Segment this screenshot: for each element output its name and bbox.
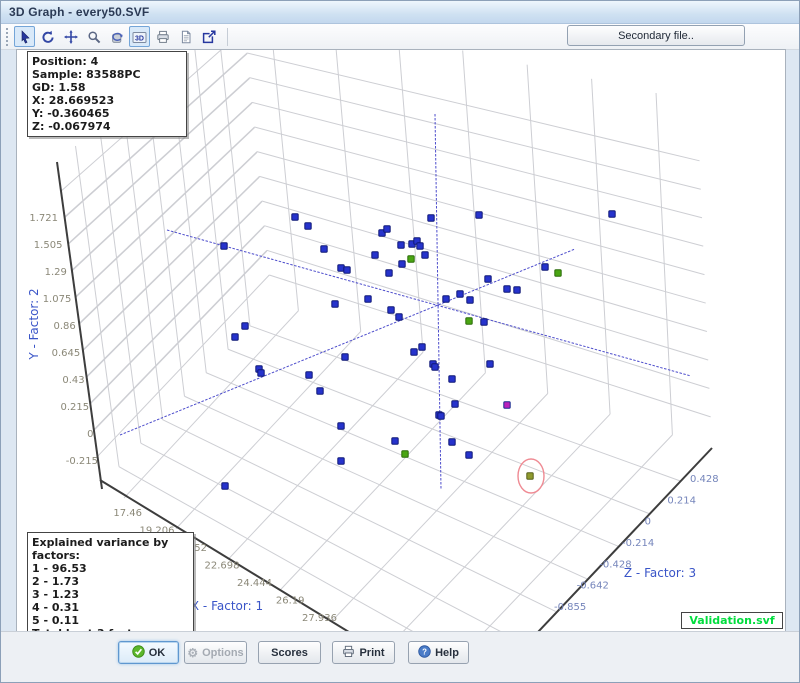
svg-text:26.19: 26.19 — [276, 596, 305, 607]
svg-text:-0.855: -0.855 — [554, 602, 586, 613]
scores-button[interactable]: Scores — [258, 641, 321, 664]
app-window: 3D Graph - every50.SVF 3D — [0, 0, 800, 683]
copy-tool-button[interactable] — [175, 26, 196, 47]
toolbar-grip — [6, 28, 12, 46]
variance-line: 1 - 96.53 — [32, 562, 187, 575]
options-button[interactable]: ⚙ Options — [184, 641, 247, 664]
magnifier-icon — [87, 30, 101, 44]
copy-page-icon — [179, 30, 193, 44]
info-line: X: 28.669523 — [32, 94, 180, 107]
svg-text:17.46: 17.46 — [113, 508, 142, 519]
sample-info-box: Position: 4 Sample: 83588PC GD: 1.58 X: … — [27, 51, 187, 137]
info-line: GD: 1.58 — [32, 81, 180, 94]
cursor-arrow-icon — [18, 30, 32, 44]
toolbar: 3D Secondary file.. — [1, 24, 799, 50]
svg-text:Z - Factor: 3: Z - Factor: 3 — [624, 566, 696, 580]
export-tool-button[interactable] — [198, 26, 219, 47]
export-icon — [202, 30, 216, 44]
svg-text:-0.642: -0.642 — [577, 581, 609, 592]
toolbar-separator — [227, 28, 228, 46]
3d-icon: 3D — [132, 30, 147, 44]
printer-icon — [156, 30, 170, 44]
svg-text:0.645: 0.645 — [52, 348, 81, 359]
svg-text:3D: 3D — [135, 35, 144, 42]
svg-text:1.721: 1.721 — [29, 213, 58, 224]
zoom-tool-button[interactable] — [83, 26, 104, 47]
svg-text:24.444: 24.444 — [237, 578, 272, 589]
print-button-label: Print — [359, 647, 384, 659]
printer-icon — [342, 645, 355, 660]
scores-button-label: Scores — [271, 647, 308, 659]
print-tool-button[interactable] — [152, 26, 173, 47]
print-button[interactable]: Print — [332, 641, 395, 664]
pan-arrows-icon — [64, 30, 78, 44]
svg-text:X - Factor: 1: X - Factor: 1 — [191, 599, 263, 613]
svg-text:-0.215: -0.215 — [66, 456, 98, 467]
check-circle-icon — [132, 645, 145, 660]
window-title: 3D Graph - every50.SVF — [1, 5, 149, 19]
3d-mode-tool-button[interactable]: 3D — [129, 26, 150, 47]
variance-line: 4 - 0.31 — [32, 601, 187, 614]
help-button[interactable]: ? Help — [408, 641, 469, 664]
info-line: Z: -0.067974 — [32, 120, 180, 133]
svg-text:27.936: 27.936 — [302, 613, 337, 624]
help-button-label: Help — [435, 647, 459, 659]
ok-button[interactable]: OK — [118, 641, 179, 664]
secondary-file-button[interactable]: Secondary file.. — [567, 25, 745, 46]
svg-text:22.698: 22.698 — [205, 561, 240, 572]
svg-text:0: 0 — [645, 517, 651, 528]
spin-object-icon — [110, 30, 124, 44]
pan-tool-button[interactable] — [60, 26, 81, 47]
ok-button-label: OK — [149, 647, 166, 659]
info-line: Position: 4 — [32, 55, 180, 68]
svg-text:0.214: 0.214 — [667, 495, 696, 506]
gear-icon: ⚙ — [187, 647, 198, 659]
rotate-icon — [41, 30, 55, 44]
rotate-tool-button[interactable] — [37, 26, 58, 47]
spin-object-tool-button[interactable] — [106, 26, 127, 47]
title-bar: 3D Graph - every50.SVF — [1, 1, 799, 24]
svg-text:Y - Factor: 2: Y - Factor: 2 — [27, 288, 41, 360]
svg-text:0.428: 0.428 — [690, 474, 719, 485]
variance-line: 2 - 1.73 — [32, 575, 187, 588]
info-line: Sample: 83588PC — [32, 68, 180, 81]
secondary-file-name-label: Validation.svf — [681, 612, 783, 629]
svg-text:0.215: 0.215 — [60, 402, 89, 413]
variance-line: 5 - 0.11 — [32, 614, 187, 627]
options-button-label: Options — [202, 647, 244, 659]
svg-text:?: ? — [422, 647, 427, 656]
bottom-button-bar: OK ⚙ Options Scores Print ? Help — [1, 631, 799, 683]
svg-text:1.505: 1.505 — [34, 240, 63, 251]
svg-text:1.075: 1.075 — [43, 294, 72, 305]
svg-text:0: 0 — [87, 429, 93, 440]
select-tool-button[interactable] — [14, 26, 35, 47]
info-line: Y: -0.360465 — [32, 107, 180, 120]
svg-text:0.86: 0.86 — [54, 321, 76, 332]
svg-text:-0.214: -0.214 — [622, 538, 654, 549]
variance-title: Explained variance by factors: — [32, 536, 187, 562]
svg-text:0.43: 0.43 — [62, 375, 84, 386]
help-circle-icon: ? — [418, 645, 431, 660]
variance-line: 3 - 1.23 — [32, 588, 187, 601]
svg-text:1.29: 1.29 — [45, 267, 67, 278]
